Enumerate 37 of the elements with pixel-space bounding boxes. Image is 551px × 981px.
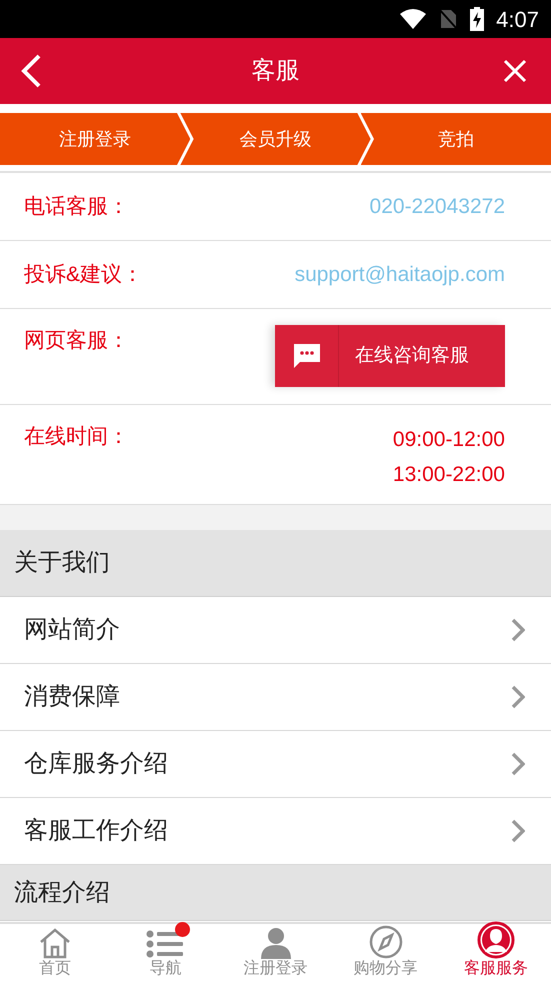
person-icon: [260, 927, 292, 959]
chevron-right-icon: [511, 752, 525, 776]
back-icon: [20, 54, 42, 88]
nav-tab[interactable]: 购物分享: [330, 924, 441, 981]
step-tab[interactable]: 会员升级: [180, 113, 371, 165]
chat-icon: [294, 344, 320, 368]
battery-icon: [470, 7, 484, 31]
chevron-right-icon: [511, 618, 525, 642]
compass-icon: [368, 925, 403, 959]
contact-label: 网页客服：: [24, 328, 129, 354]
step-tab[interactable]: 注册登录: [0, 113, 190, 165]
contact-label: 在线时间：: [24, 424, 129, 450]
no-sim-icon: [438, 8, 458, 30]
online-hours: 13:00-22:00: [392, 462, 505, 488]
online-service-button[interactable]: 在线咨询客服: [275, 325, 505, 387]
menu-item[interactable]: 消费保障: [0, 664, 551, 731]
menu-item[interactable]: 仓库服务介绍: [0, 731, 551, 798]
section-header: 流程介绍: [0, 865, 551, 921]
chevron-right-icon: [511, 819, 525, 843]
contact-value[interactable]: 020-22043272: [370, 190, 505, 222]
home-icon: [38, 927, 72, 959]
nav-tab[interactable]: 首页: [0, 924, 110, 981]
page-title: 客服: [252, 56, 300, 86]
contact-value[interactable]: support@haitaojp.com: [294, 258, 505, 290]
contact-label: 投诉&建议：: [24, 262, 144, 288]
menu-item[interactable]: 网站简介: [0, 597, 551, 664]
step-tab[interactable]: 竞拍: [360, 113, 551, 165]
close-icon: [503, 59, 527, 83]
nav-tab[interactable]: 客服服务: [440, 924, 551, 981]
nav-tab[interactable]: 注册登录: [220, 924, 331, 981]
wifi-icon: [400, 9, 426, 29]
status-time: 4:07: [496, 6, 539, 34]
contact-label: 电话客服：: [24, 194, 129, 220]
online-hours: 09:00-12:00: [392, 427, 505, 453]
nav-tab[interactable]: 导航: [110, 924, 220, 981]
chevron-right-icon: [511, 685, 525, 709]
section-header: 关于我们: [0, 530, 551, 597]
